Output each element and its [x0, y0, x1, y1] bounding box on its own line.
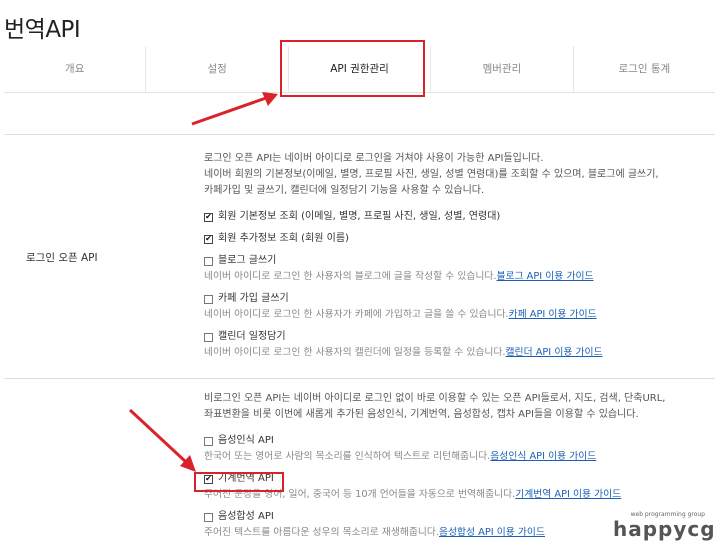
option-label: 음성인식 API: [218, 435, 274, 446]
login-api-row: 로그인 오픈 API 로그인 오픈 API는 네이버 아이디로 로그인을 거쳐야…: [4, 134, 715, 379]
nonlogin-api-desc-2: 좌표변환을 비롯 이번에 새롭게 추가된 음성인식, 기계번역, 음성합성, 캡…: [204, 409, 639, 420]
nonlogin-api-desc-1: 비로그인 오픈 API는 네이버 아이디로 로그인 없이 바로 이용할 수 있는…: [204, 393, 666, 404]
guide-link-blog[interactable]: 블로그 API 이용 가이드: [497, 271, 594, 282]
guide-link-cafe[interactable]: 카페 API 이용 가이드: [509, 309, 597, 320]
option-label: 회원 추가정보 조회 (회원 이름): [218, 233, 349, 244]
option-cafe: 카페 가입 글쓰기 네이버 아이디로 로그인 한 사용자가 카페에 가입하고 글…: [204, 291, 709, 323]
login-api-content: 로그인 오픈 API는 네이버 아이디로 로그인을 거쳐야 사용이 가능한 AP…: [204, 151, 709, 361]
option-label: 회원 기본정보 조회 (이메일, 별명, 프로필 사진, 생일, 성별, 연령대…: [218, 211, 501, 222]
guide-link-speech-synthesis[interactable]: 음성합성 API 이용 가이드: [439, 527, 545, 538]
checkbox-empty-icon[interactable]: [204, 332, 213, 342]
option-label: 캘린더 일정담기: [218, 331, 286, 342]
option-speech-recognition: 음성인식 API 한국어 또는 영어로 사람의 목소리를 인식하여 텍스트로 리…: [204, 433, 709, 465]
checkbox-empty-icon[interactable]: [204, 256, 213, 266]
option-member-extra: ✔ 회원 추가정보 조회 (회원 이름): [204, 231, 709, 247]
login-api-desc-3: 카페가입 및 글쓰기, 캘린더에 일정담기 기능을 사용할 수 있습니다.: [204, 185, 485, 196]
checkbox-empty-icon[interactable]: [204, 512, 213, 522]
guide-link-speech-recognition[interactable]: 음성인식 API 이용 가이드: [490, 451, 596, 462]
option-label: 블로그 글쓰기: [218, 255, 277, 266]
guide-link-calendar[interactable]: 캘린더 API 이용 가이드: [506, 347, 603, 358]
login-api-desc-1: 로그인 오픈 API는 네이버 아이디로 로그인을 거쳐야 사용이 가능한 AP…: [204, 153, 544, 164]
option-calendar: 캘린더 일정담기 네이버 아이디로 로그인 한 사용자의 캘린더에 일정을 등록…: [204, 329, 709, 361]
option-blog: 블로그 글쓰기 네이버 아이디로 로그인 한 사용자의 블로그에 글을 작성할 …: [204, 253, 709, 285]
option-label: 음성합성 API: [218, 511, 274, 522]
watermark-brand: happycgi: [613, 517, 715, 541]
login-api-desc-2: 네이버 회원의 기본정보(이메일, 별명, 프로필 사진, 생일, 성별 연령대…: [204, 169, 659, 180]
watermark-logo: web programming group happycgi: [613, 511, 715, 545]
highlight-box-option: [194, 472, 284, 492]
option-sub: 네이버 아이디로 로그인 한 사용자가 카페에 가입하고 글을 쓸 수 있습니다…: [204, 309, 509, 320]
option-member-basic: ✔ 회원 기본정보 조회 (이메일, 별명, 프로필 사진, 생일, 성별, 연…: [204, 209, 709, 225]
login-api-label: 로그인 오픈 API: [26, 252, 98, 264]
option-label: 카페 가입 글쓰기: [218, 293, 289, 304]
nonlogin-api-row: 비로그인 오픈 API는 네이버 아이디로 로그인 없이 바로 이용할 수 있는…: [4, 378, 715, 548]
option-sub: 네이버 아이디로 로그인 한 사용자의 블로그에 글을 작성할 수 있습니다.: [204, 271, 497, 282]
option-sub: 한국어 또는 영어로 사람의 목소리를 인식하여 텍스트로 리턴해줍니다.: [204, 451, 491, 462]
checkbox-checked-icon[interactable]: ✔: [204, 212, 213, 222]
option-sub: 주어진 텍스트를 아름다운 성우의 목소리로 재생해줍니다.: [204, 527, 439, 538]
option-sub: 네이버 아이디로 로그인 한 사용자의 캘린더에 일정을 등록할 수 있습니다.: [204, 347, 506, 358]
checkbox-checked-icon[interactable]: ✔: [204, 234, 213, 244]
checkbox-empty-icon[interactable]: [204, 436, 213, 446]
guide-link-machine-translation[interactable]: 기계번역 API 이용 가이드: [515, 489, 621, 500]
checkbox-empty-icon[interactable]: [204, 294, 213, 304]
